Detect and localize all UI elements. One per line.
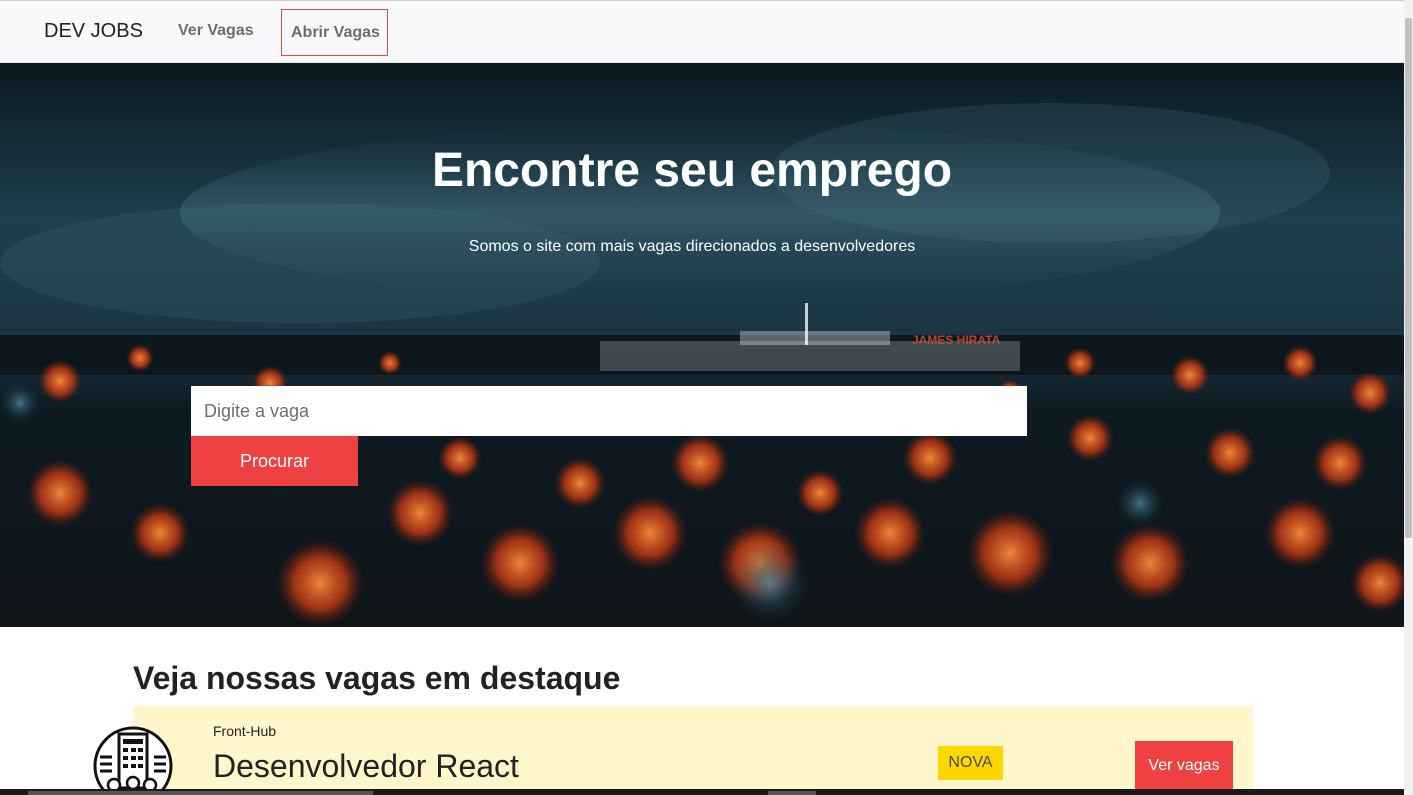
nav-link-ver-vagas[interactable]: Ver Vagas [178,22,254,40]
scrollbar-thumb[interactable] [1405,18,1412,538]
scroll-segment [768,791,816,795]
horizontal-scrollbar[interactable] [0,789,1404,795]
hero-banner: JAMES HIRATA Encontre seu emprego Somos … [0,63,1404,627]
nav-link-abrir-vagas[interactable]: Abrir Vagas [281,9,388,56]
view-job-button[interactable]: Ver vagas [1135,741,1233,791]
job-new-badge: NOVA [938,746,1003,780]
vertical-scrollbar[interactable] [1404,0,1413,795]
job-company: Front-Hub [213,723,277,739]
brand-logo[interactable]: DEV JOBS [44,20,143,43]
job-title: Desenvolvedor React [213,748,519,784]
photo-watermark: JAMES HIRATA [912,333,1001,347]
scroll-segment [28,791,373,795]
building-people-icon [93,726,173,795]
featured-section-title: Veja nossas vagas em destaque [133,660,621,696]
search-button[interactable]: Procurar [191,436,358,486]
job-card: Front-Hub Desenvolvedor React NOVA Ver v… [133,706,1253,795]
hero-title: Encontre seu emprego [431,144,953,197]
navbar: DEV JOBS Ver Vagas Abrir Vagas [0,0,1404,63]
hero-subtitle: Somos o site com mais vagas direcionados… [468,238,916,255]
job-search-input[interactable] [191,386,1027,436]
page: DEV JOBS Ver Vagas Abrir Vagas JAMES HIR… [0,0,1413,795]
